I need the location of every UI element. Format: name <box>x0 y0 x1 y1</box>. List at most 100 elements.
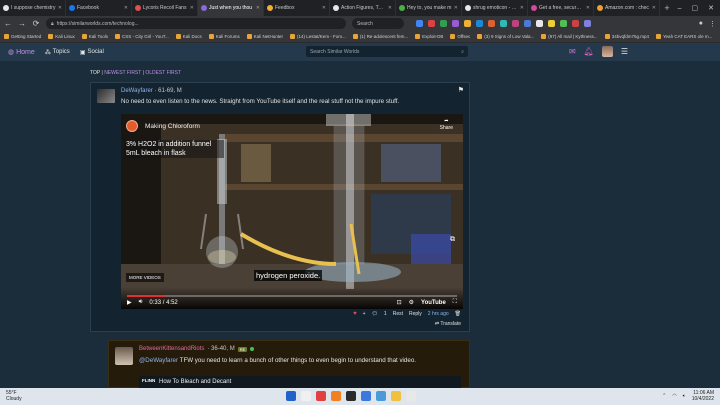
url-input[interactable]: 🔒︎ https://similarworlds.com/technolog..… <box>46 18 346 29</box>
video-title[interactable]: Making Chloroform <box>145 123 200 130</box>
browser-tab[interactable]: Amazon.com : chec ✕ <box>594 0 660 16</box>
new-tab-button[interactable]: + <box>660 0 674 16</box>
tab-close-icon[interactable]: ✕ <box>256 5 260 11</box>
browser-tab[interactable]: Action Figures, Toys ✕ <box>330 0 396 16</box>
tab-close-icon[interactable]: ✕ <box>322 5 326 11</box>
settings-gear-icon[interactable]: ⚙ <box>409 299 414 306</box>
bookmark-item[interactable]: (97) All mail | Kythness... <box>541 34 598 39</box>
extension-icon[interactable] <box>440 20 447 27</box>
taskbar-app-icon[interactable] <box>376 391 386 401</box>
tab-close-icon[interactable]: ✕ <box>388 5 392 11</box>
search-icon[interactable]: ⌕ <box>461 49 464 55</box>
taskbar-app-icon[interactable] <box>316 391 326 401</box>
bell-icon[interactable]: 🔔︎ <box>584 47 594 56</box>
browser-tab[interactable]: Facebook ✕ <box>66 0 132 16</box>
profile-icon[interactable]: ● <box>699 20 703 28</box>
more-videos-button[interactable]: MORE VIDEOS <box>126 273 164 282</box>
translate-button[interactable]: ⇄ Translate <box>435 321 461 327</box>
author-name[interactable]: DeWayfarer <box>121 88 153 94</box>
taskbar-app-icon[interactable] <box>286 391 296 401</box>
extension-icon[interactable] <box>416 20 423 27</box>
system-clock[interactable]: 11:06 AM 10/4/2022 <box>692 390 714 402</box>
extension-icon[interactable] <box>464 20 471 27</box>
browser-tab[interactable]: Feedbox ✕ <box>264 0 330 16</box>
reply-author-name[interactable]: BetweenKittensandRiots <box>139 346 204 352</box>
browser-tab[interactable]: Just when you thou ✕ <box>198 0 264 16</box>
taskbar-app-icon[interactable] <box>391 391 401 401</box>
bookmark-item[interactable]: Offsec <box>450 34 470 39</box>
extension-icon[interactable] <box>500 20 507 27</box>
browser-tab[interactable]: Get a free, secure, co ✕ <box>528 0 594 16</box>
tab-close-icon[interactable]: ✕ <box>454 5 458 11</box>
browser-tab[interactable]: shrug emoticon - Go ✕ <box>462 0 528 16</box>
extension-icon[interactable] <box>476 20 483 27</box>
extension-icon[interactable] <box>452 20 459 27</box>
video-progress-bar[interactable] <box>127 295 457 297</box>
back-icon[interactable]: ← <box>4 19 12 28</box>
bookmark-item[interactable]: Kali NetHunter <box>246 34 283 39</box>
mail-icon[interactable]: ✉ <box>569 47 576 56</box>
fullscreen-icon[interactable]: ⛶ <box>453 299 457 306</box>
share-button[interactable]: ➦ Share <box>440 118 453 132</box>
site-logo[interactable]: ◍ Home <box>8 48 35 57</box>
browser-tab[interactable]: Hey to, you make m ✕ <box>396 0 462 16</box>
bookmark-item[interactable]: Exploit-DB <box>415 34 443 39</box>
reply-button[interactable]: Reply <box>409 311 422 317</box>
bookmark-item[interactable]: 34bvqfdm75g.mp4 <box>604 34 649 39</box>
wifi-icon[interactable]: ◠ <box>672 393 676 399</box>
post-time[interactable]: 2 hrs ago <box>428 311 449 317</box>
bookmark-item[interactable]: (1) Re-adolescent fem... <box>352 34 408 39</box>
taskbar-app-icon[interactable] <box>361 391 371 401</box>
taskbar-app-icon[interactable] <box>346 391 356 401</box>
taskbar-app-icon[interactable] <box>301 391 311 401</box>
tab-close-icon[interactable]: ✕ <box>652 5 656 11</box>
browser-tab[interactable]: Lycoris Recoil Fans ✕ <box>132 0 198 16</box>
volume-icon[interactable]: 🔊︎ <box>139 299 143 306</box>
tab-close-icon[interactable]: ✕ <box>58 5 62 11</box>
sort-oldest[interactable]: OLDEST FIRST <box>145 70 181 76</box>
bookmark-item[interactable]: Kali Docs <box>175 34 202 39</box>
extension-icon[interactable] <box>548 20 555 27</box>
sort-newest[interactable]: NEWEST FIRST <box>104 70 141 76</box>
browser-tab[interactable]: I suppose chemistry ✕ <box>0 0 66 16</box>
extension-icon[interactable] <box>584 20 591 27</box>
search-tab-box[interactable]: Search <box>352 18 404 29</box>
author-avatar[interactable] <box>97 89 115 103</box>
youtube-logo[interactable]: YouTube <box>421 300 446 306</box>
speaker-icon[interactable]: 🔈︎ <box>683 393 686 399</box>
bookmark-item[interactable]: Getting Started <box>4 34 41 39</box>
chevron-up-icon[interactable]: ⌃ <box>662 393 666 399</box>
flag-icon[interactable]: ⚑ <box>458 86 464 94</box>
bookmark-item[interactable]: Yeah CAT EARS ole m... <box>655 34 712 39</box>
weather-widget[interactable]: 55°F Cloudy <box>6 390 22 402</box>
hamburger-menu-icon[interactable]: ☰ <box>621 47 628 56</box>
reply-author-avatar[interactable] <box>115 347 133 365</box>
menu-kebab-icon[interactable]: ⋮ <box>709 20 716 28</box>
extension-icon[interactable] <box>572 20 579 27</box>
extension-icon[interactable] <box>488 20 495 27</box>
maximize-icon[interactable]: ▢ <box>692 4 699 12</box>
minimize-icon[interactable]: – <box>678 5 682 12</box>
sort-top[interactable]: TOP <box>90 70 100 76</box>
bookmark-item[interactable]: (14) Lestat/Kem - Fom... <box>290 34 346 39</box>
bookmark-item[interactable]: Kali Forums <box>208 34 240 39</box>
trash-icon[interactable]: 🗑︎ <box>455 311 461 317</box>
tab-close-icon[interactable]: ✕ <box>586 5 590 11</box>
close-window-icon[interactable]: ✕ <box>708 4 714 12</box>
tab-close-icon[interactable]: ✕ <box>124 5 128 11</box>
tab-close-icon[interactable]: ✕ <box>190 5 194 11</box>
heart-add-button[interactable]: + <box>363 311 366 317</box>
extension-icon[interactable] <box>428 20 435 27</box>
extension-icon[interactable] <box>524 20 531 27</box>
bookmark-item[interactable]: Kali Tools <box>81 34 108 39</box>
taskbar-app-icon[interactable] <box>331 391 341 401</box>
bookmark-item[interactable]: CSS - City Girl - YouT... <box>114 34 169 39</box>
extension-icon[interactable] <box>536 20 543 27</box>
mention-link[interactable]: @DeWayfarer <box>139 357 178 364</box>
reply-video-title[interactable]: How To Bleach and Decant <box>159 379 231 385</box>
expand-icon[interactable]: ⧉ <box>450 236 455 244</box>
nav-social[interactable]: ▣ Social <box>80 49 104 56</box>
channel-logo-icon[interactable] <box>126 120 138 132</box>
nav-topics[interactable]: ⁂ Topics <box>45 49 70 56</box>
forward-icon[interactable]: → <box>18 19 26 28</box>
